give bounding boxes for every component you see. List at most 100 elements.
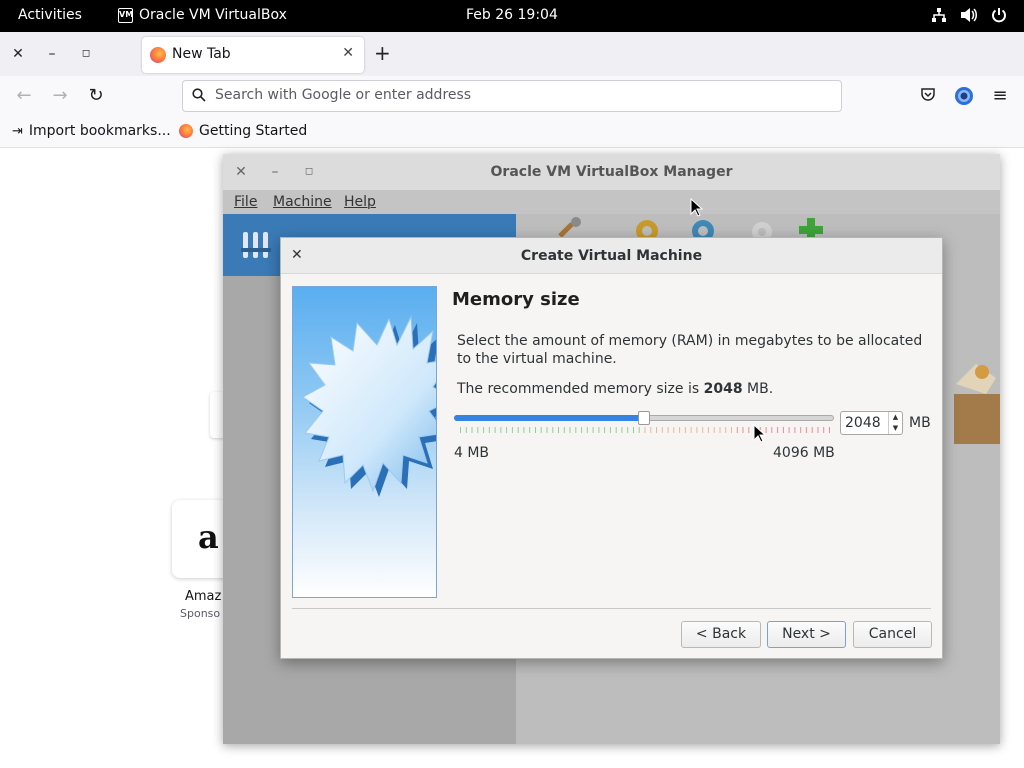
slider-tick [604, 427, 606, 433]
menu-machine[interactable]: Machine [273, 194, 332, 210]
volume-icon[interactable] [960, 6, 978, 24]
network-icon[interactable] [930, 6, 948, 24]
slider-ticks [460, 427, 830, 433]
memory-input[interactable] [845, 415, 887, 431]
menu-help[interactable]: Help [344, 194, 376, 210]
spin-up-icon[interactable]: ▲ [889, 412, 902, 423]
slider-tick [621, 427, 623, 433]
firefox-icon [150, 47, 166, 63]
slider-tick [558, 427, 559, 433]
tab-close-icon[interactable]: ✕ [342, 45, 354, 61]
slider-max-label: 4096 MB [773, 445, 835, 461]
cancel-button[interactable]: Cancel [853, 621, 932, 648]
slider-tick [500, 427, 502, 433]
slider-tick [569, 427, 571, 433]
slider-tick [823, 427, 825, 433]
amazon-logo: a [198, 518, 219, 556]
reload-icon[interactable]: ↻ [86, 86, 106, 106]
slider-tick [506, 427, 508, 433]
slider-tick [529, 427, 531, 433]
slider-tick [563, 427, 565, 433]
manager-title: Oracle VM VirtualBox Manager [490, 164, 733, 180]
bookmark-getting-started[interactable]: Getting Started [179, 123, 307, 139]
slider-tick [523, 427, 525, 433]
account-avatar-icon[interactable] [954, 86, 974, 106]
firefox-icon [179, 124, 193, 138]
slider-tick [800, 427, 802, 433]
power-icon[interactable] [990, 6, 1008, 24]
slider-tick [707, 427, 709, 433]
back-button[interactable]: < Back [681, 621, 761, 648]
next-button-label: Next > [782, 626, 831, 642]
slider-tick [627, 427, 629, 433]
slider-tick [777, 427, 779, 433]
bookmarks-toolbar: ⇥ Import bookmarks... Getting Started [0, 116, 1024, 148]
tab-new-tab[interactable]: New Tab ✕ [142, 37, 364, 73]
wizard-image [292, 286, 437, 598]
tools-icon [241, 232, 271, 258]
back-button-label: < Back [695, 626, 747, 642]
slider-tick [483, 427, 485, 433]
dialog-title: Create Virtual Machine [520, 248, 703, 264]
slider-tick [788, 427, 790, 433]
gnome-top-bar: Activities VM Oracle VM VirtualBox Feb 2… [0, 0, 1024, 32]
pocket-icon[interactable] [918, 86, 938, 106]
newtab-search-box[interactable] [210, 392, 224, 438]
firefox-tab-bar: ✕ – ◻ New Tab ✕ + [0, 32, 1024, 76]
memory-spinbox[interactable]: ▲ ▼ [840, 411, 903, 435]
slider-tick [661, 427, 663, 433]
cancel-button-label: Cancel [868, 626, 917, 642]
app-menu[interactable]: VM Oracle VM VirtualBox [118, 7, 287, 23]
bookmark-import[interactable]: ⇥ Import bookmarks... [12, 123, 171, 139]
dialog-titlebar: ✕ Create Virtual Machine [281, 238, 942, 274]
slider-tick [471, 427, 473, 433]
slider-tick [679, 427, 681, 433]
slider-tick [650, 427, 652, 433]
clock[interactable]: Feb 26 19:04 [466, 7, 558, 23]
menu-file[interactable]: File [234, 194, 257, 210]
virtualbox-icon: VM [118, 7, 133, 23]
search-icon [192, 88, 206, 102]
address-bar[interactable] [182, 80, 842, 112]
bookmark-label: Import bookmarks... [28, 123, 171, 139]
spin-down-icon[interactable]: ▼ [889, 423, 902, 434]
maximize-icon[interactable]: ◻ [76, 44, 96, 64]
activities-button[interactable]: Activities [18, 7, 82, 23]
slider-tick [517, 427, 519, 433]
slider-handle[interactable] [638, 411, 650, 425]
slider-tick [719, 427, 721, 433]
new-tab-icon[interactable]: + [374, 41, 391, 65]
mouse-cursor-icon [753, 424, 767, 443]
slider-tick [656, 427, 657, 433]
next-button[interactable]: Next > [767, 621, 846, 648]
system-tray[interactable] [930, 6, 1008, 24]
firefox-nav-bar: ← → ↻ ≡ [0, 76, 1024, 116]
bookmark-label: Getting Started [199, 123, 308, 139]
spin-arrows[interactable]: ▲ ▼ [888, 412, 902, 434]
sponsored-label: Sponso [180, 607, 221, 620]
forward-arrow-icon[interactable]: → [50, 86, 70, 106]
slider-tick [609, 427, 611, 433]
slider-fill [454, 415, 644, 421]
manager-titlebar: ✕ – ◻ Oracle VM VirtualBox Manager [223, 154, 1000, 190]
slider-tick [477, 427, 479, 433]
slider-tick [667, 427, 669, 433]
close-icon[interactable]: ✕ [8, 44, 28, 64]
slider-tick [511, 427, 513, 433]
description-text: Select the amount of memory (RAM) in meg… [457, 333, 923, 367]
slider-tick [702, 427, 704, 433]
memory-slider[interactable] [454, 411, 834, 425]
slider-tick [817, 427, 819, 433]
slider-tick [713, 427, 715, 433]
slider-tick [690, 427, 692, 433]
page-heading: Memory size [452, 289, 580, 310]
back-arrow-icon[interactable]: ← [14, 86, 34, 106]
import-icon: ⇥ [12, 123, 23, 139]
slider-tick [615, 427, 617, 433]
minimize-icon[interactable]: – [42, 44, 62, 64]
recommended-prefix: The recommended memory size is [457, 381, 704, 397]
slider-tick [742, 427, 744, 433]
url-input[interactable] [215, 87, 815, 103]
hamburger-menu-icon[interactable]: ≡ [990, 86, 1010, 106]
slider-min-label: 4 MB [454, 445, 490, 461]
